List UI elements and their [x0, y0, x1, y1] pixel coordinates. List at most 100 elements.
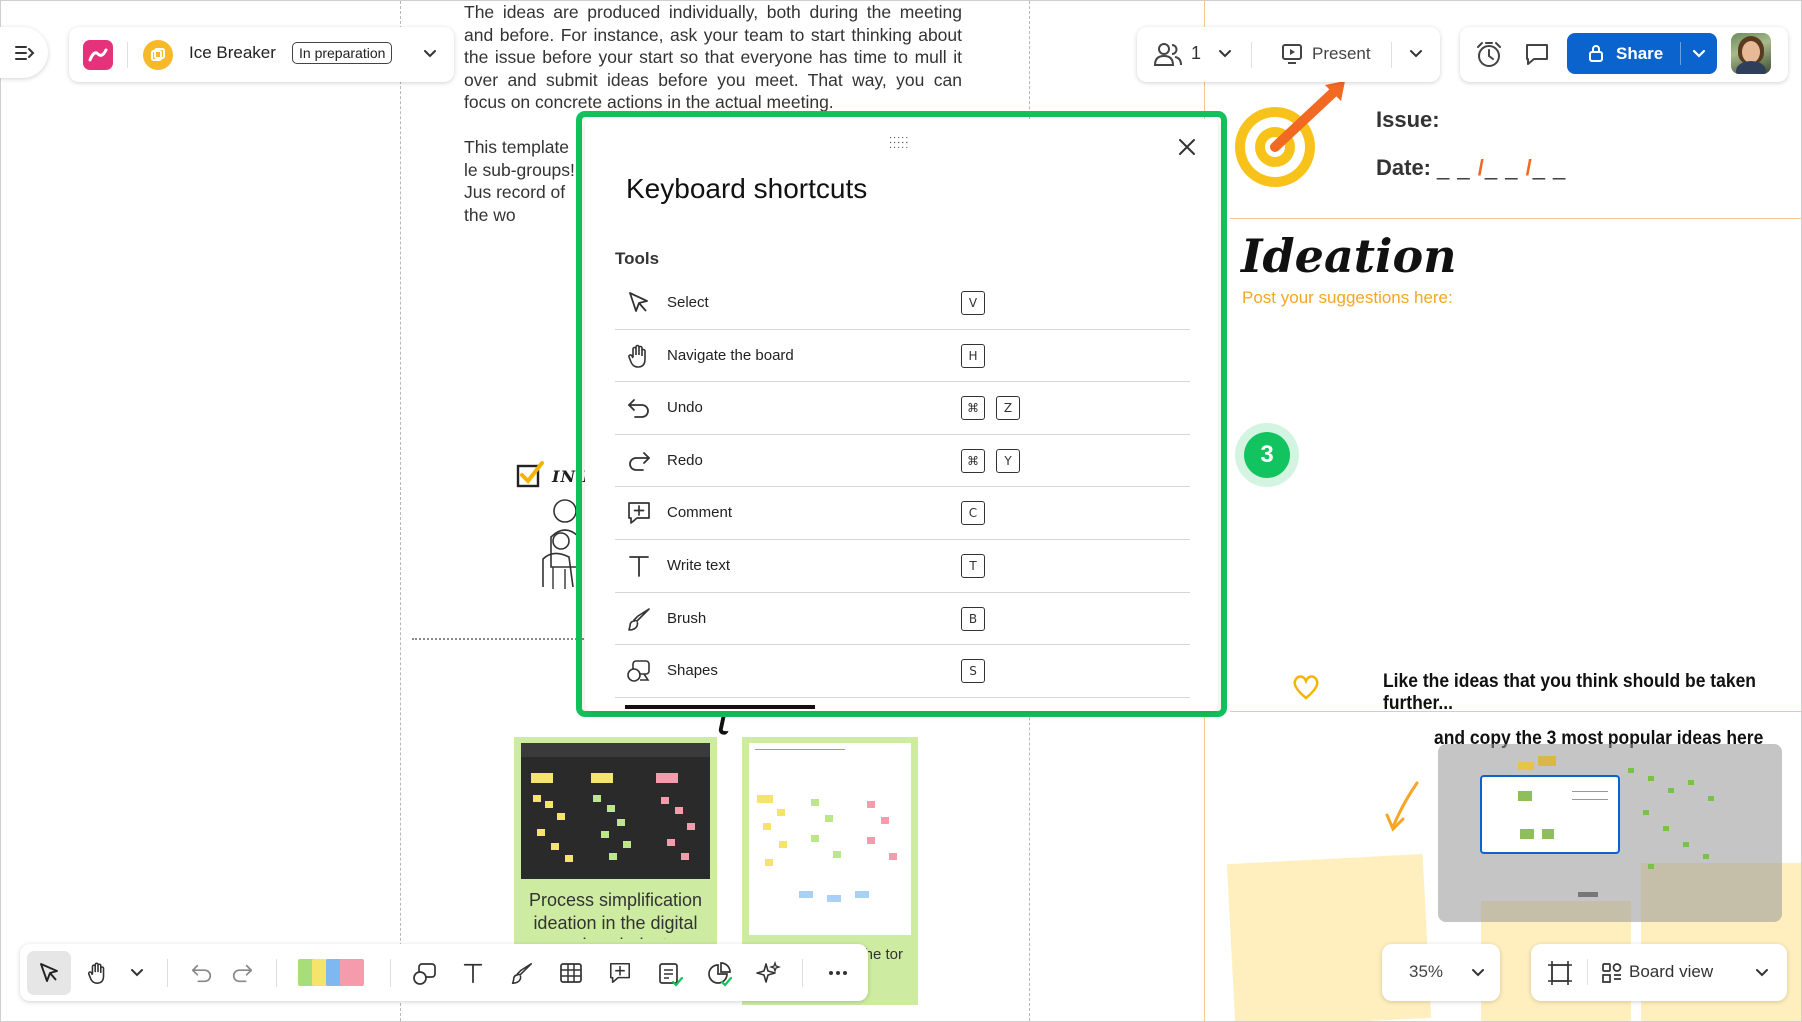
shortcut-row: Shapes S	[615, 645, 1190, 698]
table-tool-button[interactable]	[549, 951, 593, 995]
minimap[interactable]	[1438, 744, 1782, 922]
zoom-level: 35%	[1409, 962, 1444, 981]
share-button[interactable]: Share	[1567, 33, 1717, 74]
collaboration-bar: 1 Present	[1137, 27, 1440, 82]
select-tool-button[interactable]	[27, 951, 71, 995]
example-card-caption: Process simplification ideation in the d…	[528, 890, 703, 939]
heart-icon	[1293, 675, 1319, 700]
chevron-down-icon[interactable]	[1692, 49, 1706, 59]
zoom-control[interactable]: 35%	[1382, 944, 1500, 1001]
shortcut-name: Redo	[667, 451, 703, 469]
comment-icon[interactable]	[1524, 42, 1550, 66]
hand-tool-button[interactable]	[76, 951, 120, 995]
checkbox-icon	[516, 461, 544, 488]
shortcut-row: Write text T	[615, 540, 1190, 593]
ai-assistant-button[interactable]	[745, 951, 789, 995]
more-icon	[829, 971, 847, 975]
keyboard-shortcuts-dialog: :::::::::: Keyboard shortcuts Tools Sele…	[585, 119, 1218, 711]
collaborators-count[interactable]: 1	[1191, 43, 1201, 64]
divider	[390, 959, 391, 987]
users-icon[interactable]	[1153, 41, 1183, 67]
close-icon[interactable]	[1175, 135, 1199, 159]
board-name[interactable]: Ice Breaker	[189, 43, 276, 63]
shortcut-row: Brush B	[615, 593, 1190, 646]
shortcut-key: S	[961, 659, 985, 684]
example-card[interactable]: Process simplification ideation in the d…	[514, 737, 717, 961]
comment-tool-button[interactable]	[598, 951, 642, 995]
present-icon[interactable]	[1281, 43, 1303, 65]
redo-button[interactable]	[220, 951, 264, 995]
divider	[276, 959, 277, 987]
frame-divider	[400, 1, 401, 1021]
shortcut-key: Z	[996, 396, 1020, 421]
pie-chart-icon	[708, 962, 732, 987]
date-slash: /	[1525, 155, 1533, 180]
scroll-overflow-hint	[625, 705, 815, 711]
text-tool-button[interactable]	[451, 951, 495, 995]
shortcut-name: Undo	[667, 399, 703, 417]
chevron-down-icon[interactable]	[1409, 49, 1423, 59]
divider	[127, 42, 128, 68]
space-icon[interactable]	[143, 40, 173, 70]
brush-icon	[628, 607, 650, 631]
date-blanks: _ _ /_ _ /_ _	[1437, 155, 1566, 181]
text-icon	[629, 556, 649, 577]
date-blank: _ _	[1437, 155, 1471, 180]
shapes-tool-button[interactable]	[402, 951, 446, 995]
brush-tool-button[interactable]	[500, 951, 544, 995]
vote-counter-badge[interactable]: 3	[1235, 423, 1299, 487]
divider	[1587, 959, 1588, 985]
chevron-down-icon[interactable]	[130, 968, 144, 978]
divider	[802, 959, 803, 987]
shortcut-key: Y	[996, 448, 1020, 473]
undo-icon	[628, 399, 649, 419]
date-blank: _ _	[1532, 155, 1567, 180]
shortcut-name: Select	[667, 294, 709, 311]
chevron-down-icon[interactable]	[1471, 968, 1485, 978]
minimap-viewport[interactable]	[1480, 775, 1620, 854]
status-badge[interactable]: In preparation	[292, 42, 393, 64]
chevron-down-icon[interactable]	[423, 49, 437, 59]
undo-icon	[191, 964, 212, 983]
lock-icon	[1589, 45, 1603, 62]
brush-icon	[511, 962, 533, 984]
frame-icon[interactable]	[1547, 960, 1573, 986]
hand-icon	[87, 962, 105, 984]
undo-button[interactable]	[180, 951, 224, 995]
board-view-icon[interactable]	[1601, 962, 1623, 984]
shortcut-key: T	[961, 553, 985, 578]
select-icon	[40, 963, 58, 982]
redo-icon	[629, 451, 650, 471]
chevron-down-icon[interactable]	[1755, 968, 1769, 978]
drag-handle-icon[interactable]: ::::::::::	[889, 135, 909, 151]
sticky-notes-icon[interactable]	[298, 959, 372, 986]
board-info-bar: Ice Breaker In preparation	[69, 27, 454, 82]
example-card-image	[749, 743, 911, 935]
chevron-down-icon[interactable]	[1218, 49, 1232, 59]
shortcut-key: ⌘	[961, 396, 985, 421]
shortcut-name: Comment	[667, 504, 733, 522]
shortcut-row: Select V	[615, 277, 1190, 330]
divider	[167, 959, 168, 987]
avatar[interactable]	[1731, 33, 1771, 74]
timer-icon[interactable]	[1474, 41, 1504, 69]
shortcut-row: Navigate the board H	[615, 330, 1190, 383]
shortcut-name: Shapes	[667, 662, 718, 680]
hand-icon	[628, 344, 646, 368]
issue-label: Issue:	[1376, 107, 1440, 132]
comment-add-icon	[609, 962, 631, 984]
more-tools-button[interactable]	[816, 951, 860, 995]
shortcut-row: Redo ⌘ Y	[615, 435, 1190, 488]
date-blank: _ _	[1484, 155, 1519, 180]
chart-app-button[interactable]	[696, 951, 740, 995]
intro-paragraph: The ideas are produced individually, bot…	[464, 2, 962, 113]
present-button[interactable]: Present	[1312, 44, 1371, 64]
notes-app-button[interactable]	[647, 951, 691, 995]
target-icon	[1235, 81, 1345, 187]
board-view-button[interactable]: Board view	[1629, 962, 1713, 982]
shortcut-name: Navigate the board	[667, 346, 794, 364]
app-logo-icon[interactable]	[83, 40, 113, 70]
select-icon	[629, 292, 648, 312]
date-label: Date:	[1376, 155, 1432, 180]
like-instruction: Like the ideas that you think should be …	[1383, 671, 1756, 714]
